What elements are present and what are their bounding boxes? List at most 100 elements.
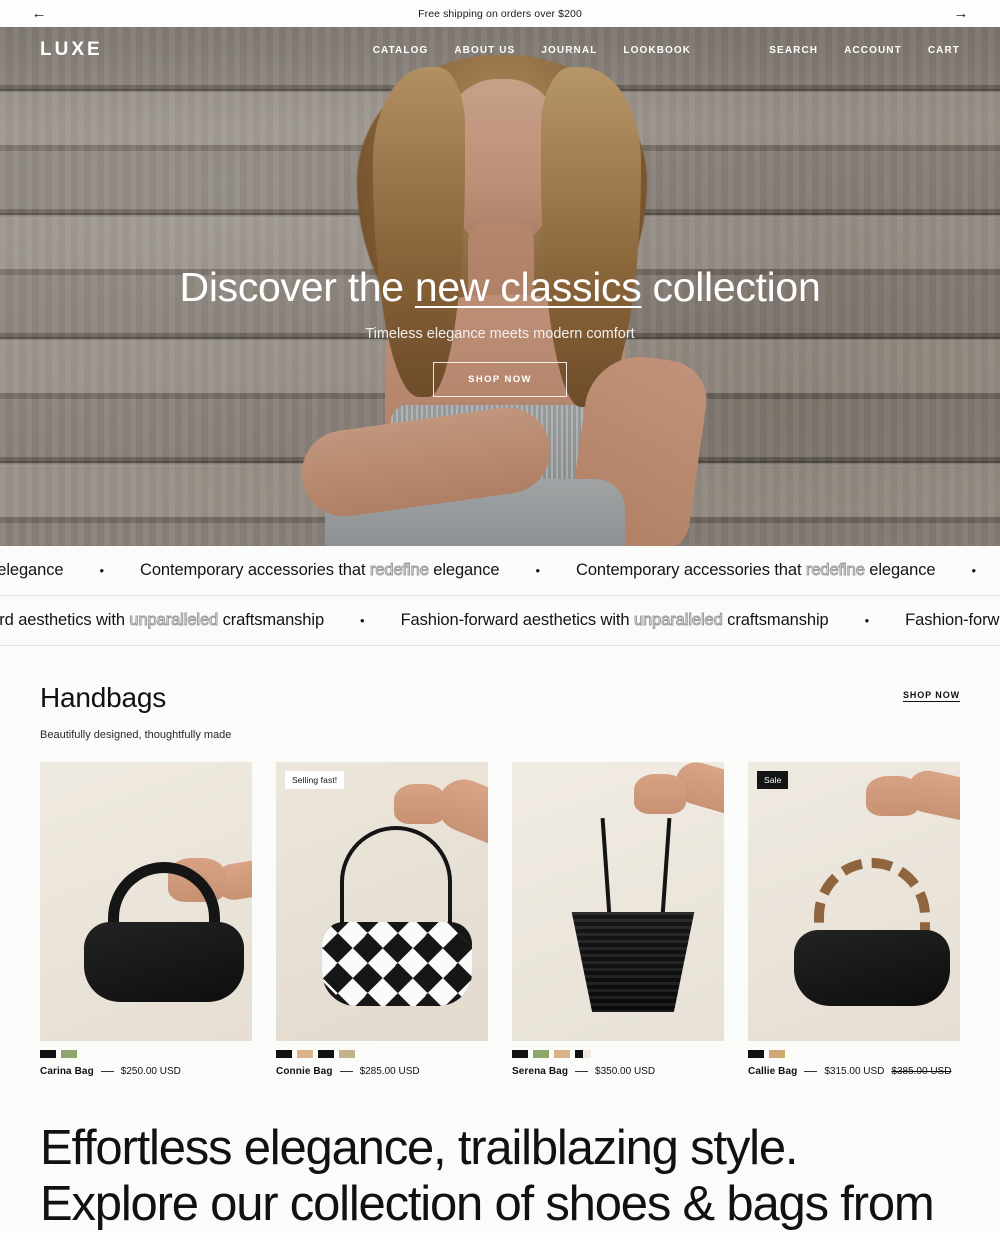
status-badge: Sale (757, 771, 789, 789)
color-swatches[interactable] (276, 1050, 488, 1058)
marquee-separator: • (864, 613, 870, 628)
product-info: Callie Bag $315.00 USD $385.00 USD (748, 1066, 960, 1077)
marquee-separator: • (99, 563, 104, 578)
marquee-row-1: Contemporary accessories that redefine e… (0, 546, 1000, 596)
divider (804, 1071, 818, 1072)
product-name[interactable]: Carina Bag (40, 1066, 94, 1077)
swatch[interactable] (512, 1050, 528, 1058)
bag-body (84, 922, 244, 1002)
marquee-text: Fashion-forward aesthetics with (0, 611, 125, 629)
marquee-separator: • (535, 563, 540, 578)
swatch[interactable] (297, 1050, 313, 1058)
product-card[interactable]: Serena Bag $350.00 USD (512, 762, 724, 1077)
status-badge: Selling fast! (285, 771, 345, 789)
product-card[interactable]: Sale Callie Bag $315.00 USD $385.00 USD (748, 762, 960, 1077)
swatch[interactable] (748, 1050, 764, 1058)
section-subtitle: Beautifully designed, thoughtfully made (40, 729, 232, 741)
marquee-text: Fashion-forward aesthetics with (905, 611, 1000, 629)
product-name[interactable]: Connie Bag (276, 1066, 333, 1077)
color-swatches[interactable] (512, 1050, 724, 1058)
hero-subtitle: Timeless elegance meets modern comfort (365, 326, 635, 343)
marquee-item: Fashion-forward aesthetics with unparall… (0, 611, 324, 630)
swatch[interactable] (40, 1050, 56, 1058)
announcement-text: Free shipping on orders over $200 (418, 7, 582, 20)
product-price: $285.00 USD (359, 1066, 420, 1077)
product-info: Connie Bag $285.00 USD (276, 1066, 488, 1077)
product-image[interactable]: Selling fast! (276, 762, 488, 1041)
statement-heading: Effortless elegance, trailblazing style.… (40, 1121, 960, 1233)
marquee-track: Fashion-forward aesthetics with unparall… (0, 611, 1000, 630)
account-button[interactable]: ACCOUNT (844, 45, 902, 56)
swatch[interactable] (769, 1050, 785, 1058)
marquee-outline-word: unparalleled (633, 611, 723, 630)
product-grid: Carina Bag $250.00 USD Selling fast! Con… (40, 762, 960, 1077)
nav-item-lookbook[interactable]: LOOKBOOK (623, 45, 691, 56)
divider (100, 1071, 114, 1072)
model-hand (866, 776, 920, 816)
section-shop-now-link[interactable]: SHOP NOW (903, 690, 960, 700)
site-logo[interactable]: LUXE (40, 39, 103, 61)
hero-title-part2: collection (641, 264, 821, 310)
statement-line-2: Explore our collection of shoes & bags f… (40, 1176, 935, 1231)
color-swatches[interactable] (40, 1050, 252, 1058)
swatch[interactable] (575, 1050, 591, 1058)
marquee-separator: • (360, 613, 365, 628)
marquee-separator: • (971, 563, 976, 578)
search-button[interactable]: SEARCH (769, 45, 818, 56)
statement-section: Effortless elegance, trailblazing style.… (0, 1077, 1000, 1233)
product-image[interactable] (512, 762, 724, 1041)
model-hand (634, 774, 686, 814)
page-title: Handbags (40, 682, 167, 713)
cart-button[interactable]: CART (928, 45, 960, 56)
product-image[interactable] (40, 762, 252, 1041)
section-header: Handbags Beautifully designed, thoughtfu… (40, 682, 960, 741)
bag-body (322, 922, 472, 1006)
swatch[interactable] (61, 1050, 77, 1058)
nav-item-catalog[interactable]: CATALOG (373, 45, 429, 56)
arrow-right-icon[interactable]: → (950, 3, 972, 25)
primary-navigation: CATALOG ABOUT US JOURNAL LOOKBOOK (373, 45, 691, 56)
marquee-outline-word: unparalleled (129, 611, 219, 630)
nav-item-journal[interactable]: JOURNAL (541, 45, 597, 56)
marquee-outline-word: redefine (369, 561, 429, 580)
marquee-item: Contemporary accessories that redefine e… (0, 561, 64, 580)
swatch[interactable] (339, 1050, 355, 1058)
product-image[interactable]: Sale (748, 762, 960, 1041)
swatch[interactable] (318, 1050, 334, 1058)
marquee-row-2: Fashion-forward aesthetics with unparall… (0, 596, 1000, 646)
model-hand (394, 784, 446, 824)
marquee-text: craftsmanship (722, 611, 829, 629)
bag-body (794, 930, 950, 1006)
product-price: $250.00 USD (120, 1066, 181, 1077)
swatch[interactable] (276, 1050, 292, 1058)
product-price: $315.00 USD (824, 1066, 885, 1077)
product-name[interactable]: Serena Bag (512, 1066, 568, 1077)
handbags-section: Handbags Beautifully designed, thoughtfu… (0, 646, 1000, 1077)
swatch[interactable] (533, 1050, 549, 1058)
divider (575, 1071, 589, 1072)
site-header: LUXE CATALOG ABOUT US JOURNAL LOOKBOOK S… (0, 27, 1000, 73)
product-card[interactable]: Carina Bag $250.00 USD (40, 762, 252, 1077)
marquee-text: elegance (0, 561, 64, 579)
hero-shop-now-button[interactable]: SHOP NOW (433, 362, 567, 398)
product-card[interactable]: Selling fast! Connie Bag $285.00 USD (276, 762, 488, 1077)
product-info: Serena Bag $350.00 USD (512, 1066, 724, 1077)
marquee-text: elegance (864, 561, 936, 579)
bag-strap (340, 826, 452, 936)
hero-title-highlight: new classics (414, 264, 642, 310)
marquee-track: Contemporary accessories that redefine e… (0, 561, 1000, 580)
marquee-item: Fashion-forward aesthetics with unparall… (401, 611, 829, 630)
marquee-outline-word: redefine (805, 561, 865, 580)
marquee-item: Contemporary accessories that redefine e… (140, 561, 500, 580)
nav-item-about-us[interactable]: ABOUT US (454, 45, 515, 56)
marquee-text: Fashion-forward aesthetics with (400, 611, 634, 629)
arrow-left-icon[interactable]: ← (28, 3, 50, 25)
marquee-text: elegance (428, 561, 500, 579)
hero-title: Discover the new classics collection (0, 264, 1000, 310)
divider (339, 1071, 353, 1072)
swatch[interactable] (554, 1050, 570, 1058)
product-name[interactable]: Callie Bag (748, 1066, 797, 1077)
product-compare-at-price: $385.00 USD (891, 1066, 952, 1077)
utility-navigation: SEARCH ACCOUNT CART (769, 45, 960, 56)
color-swatches[interactable] (748, 1050, 960, 1058)
